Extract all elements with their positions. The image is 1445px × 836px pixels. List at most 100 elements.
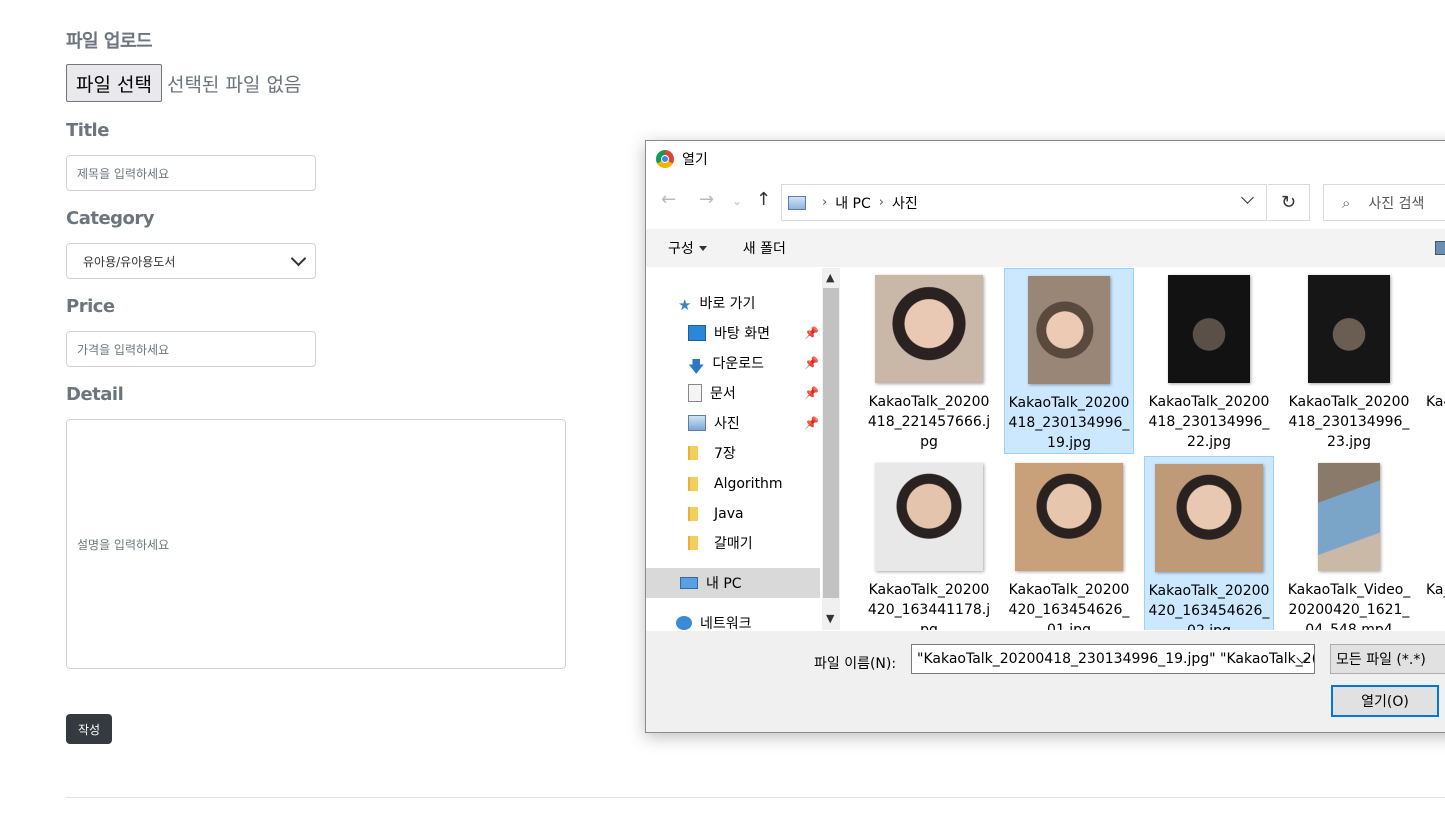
network-icon: [676, 616, 692, 630]
folder-icon: [688, 507, 698, 521]
photo-thumbnail: [1015, 463, 1123, 571]
recent-dropdown-icon[interactable]: ⌄: [732, 194, 742, 208]
organize-button[interactable]: 구성: [668, 238, 707, 258]
photo-thumbnail: [1308, 275, 1390, 383]
sidebar-item-label: 7장: [714, 446, 736, 462]
file-type-value: 모든 파일 (*.*): [1336, 652, 1426, 668]
file-tile[interactable]: Ka42: [1424, 268, 1445, 454]
open-button[interactable]: 열기(O): [1331, 685, 1439, 717]
upload-form: 파일 업로드 파일 선택 선택된 파일 없음 Title 제목을 입력하세요 C…: [0, 0, 640, 836]
scrollbar-thumb[interactable]: [823, 288, 839, 598]
photo-thumbnail: [1155, 464, 1263, 572]
sidebar-item-downloads[interactable]: 🡇 다운로드: [688, 350, 764, 376]
file-tile[interactable]: KakaoTalk_20200420_163454626_02.jpg: [1144, 456, 1274, 630]
refresh-button[interactable]: ↻: [1268, 184, 1310, 221]
sidebar-item-label: 갈매기: [714, 536, 753, 552]
file-name: KakaoTalk_20200418_230134996_22.jpg: [1148, 394, 1270, 450]
sidebar-item-desktop[interactable]: 바탕 화면: [688, 320, 770, 346]
chevron-down-icon: [290, 250, 307, 267]
sidebar-item-label: 네트워크: [700, 616, 752, 630]
category-selected-value: 유아용/유아용도서: [83, 254, 176, 269]
dialog-footer: 파일 이름(N): "KakaoTalk_20200418_230134996_…: [646, 631, 1445, 732]
chevron-right-icon: ›: [878, 195, 884, 210]
category-label: Category: [66, 208, 155, 229]
file-tile[interactable]: KakaoTalk_20200420_163441178.jpg: [864, 456, 994, 630]
sidebar-item-label: 다운로드: [712, 356, 764, 372]
dialog-titlebar[interactable]: 열기: [646, 141, 1445, 177]
file-name: KakaoTalk_20200418_230134996_23.jpg: [1288, 394, 1410, 450]
sidebar-item-seagull[interactable]: 갈매기: [688, 530, 753, 556]
sidebar-item-quick-access[interactable]: ★ 바로 가기: [678, 290, 755, 316]
navigation-scrollbar[interactable]: ▲ ▼: [822, 268, 840, 630]
file-tile[interactable]: KakaoTalk_20200418_221457666.jpg: [864, 268, 994, 454]
pin-icon: 📌: [804, 326, 819, 340]
sidebar-item-folder-7[interactable]: 7장: [688, 440, 736, 466]
price-label: Price: [66, 296, 115, 317]
sidebar-item-label: 바로 가기: [699, 296, 756, 312]
file-name: KakaoTalk_20200418_230134996_19.jpg: [1008, 395, 1130, 451]
filename-label: 파일 이름(N):: [814, 656, 897, 672]
sidebar-item-network[interactable]: 네트워크: [676, 610, 752, 630]
divider: [66, 797, 1445, 798]
back-arrow-icon[interactable]: ←: [661, 189, 676, 210]
title-input[interactable]: 제목을 입력하세요: [66, 155, 316, 191]
folder-icon: [688, 477, 698, 491]
sidebar-item-label: 사진: [714, 416, 740, 432]
file-tile[interactable]: KakaoTalk_20200418_230134996_22.jpg: [1144, 268, 1274, 454]
file-tile[interactable]: Ka_2: [1424, 456, 1445, 630]
file-name: KakaoTalk_20200420_163441178.jpg: [867, 582, 991, 630]
file-list: KakaoTalk_20200418_221457666.jpg KakaoTa…: [842, 268, 1445, 630]
file-tile[interactable]: KakaoTalk_Video_20200420_1621_04_548.mp4: [1284, 456, 1414, 630]
file-name: KakaoTalk_Video_20200420_1621_04_548.mp4: [1287, 582, 1411, 630]
filename-input[interactable]: "KakaoTalk_20200418_230134996_19.jpg" "K…: [911, 644, 1315, 674]
sidebar-item-label: Algorithm: [714, 476, 783, 492]
choose-file-button[interactable]: 파일 선택: [66, 64, 162, 102]
detail-textarea[interactable]: 설명을 입력하세요: [66, 419, 566, 669]
view-options-icon[interactable]: [1435, 241, 1445, 255]
filename-value: "KakaoTalk_20200418_230134996_19.jpg" "K…: [917, 651, 1315, 667]
pin-icon: 📌: [804, 356, 819, 370]
breadcrumb-pictures[interactable]: 사진: [892, 193, 918, 213]
pin-icon: 📌: [804, 386, 819, 400]
file-tile[interactable]: KakaoTalk_20200418_230134996_23.jpg: [1284, 268, 1414, 454]
pin-icon: 📌: [804, 416, 819, 430]
file-tile[interactable]: KakaoTalk_20200418_230134996_19.jpg: [1004, 268, 1134, 454]
page-heading: 파일 업로드: [66, 31, 153, 52]
price-placeholder: 가격을 입력하세요: [77, 342, 170, 357]
category-select[interactable]: 유아용/유아용도서: [66, 243, 316, 279]
file-type-select[interactable]: 모든 파일 (*.*): [1330, 644, 1445, 674]
photo-thumbnail: [1168, 275, 1250, 383]
sidebar-item-my-pc[interactable]: 내 PC: [680, 570, 742, 596]
sidebar-item-label: 바탕 화면: [714, 326, 770, 342]
price-input[interactable]: 가격을 입력하세요: [66, 331, 316, 367]
caret-down-icon: [698, 245, 707, 251]
new-folder-button[interactable]: 새 폴더: [743, 238, 786, 258]
scroll-up-icon[interactable]: ▲: [826, 271, 834, 284]
file-input[interactable]: 파일 선택 선택된 파일 없음: [66, 63, 301, 103]
sidebar-item-documents[interactable]: 문서: [688, 380, 736, 406]
up-arrow-icon[interactable]: ↑: [756, 189, 771, 210]
video-thumbnail: [1318, 463, 1380, 571]
search-icon: ⌕: [1342, 193, 1351, 212]
chevron-down-icon[interactable]: [1241, 191, 1254, 204]
sidebar-item-algorithm[interactable]: Algorithm: [688, 471, 783, 497]
submit-button[interactable]: 작성: [66, 714, 112, 744]
pictures-icon: [688, 415, 706, 431]
search-input[interactable]: ⌕ 사진 검색: [1323, 184, 1445, 221]
file-name: KakaoTalk_20200420_163454626_02.jpg: [1148, 583, 1270, 630]
sidebar-item-pictures[interactable]: 사진: [688, 410, 740, 436]
document-icon: [688, 384, 702, 402]
chrome-icon: [656, 150, 674, 168]
breadcrumb-my-pc[interactable]: 내 PC: [835, 193, 871, 213]
scroll-down-icon[interactable]: ▼: [826, 612, 834, 625]
sidebar-item-label: Java: [714, 506, 744, 522]
file-tile[interactable]: KakaoTalk_20200420_163454626_01.jpg: [1004, 456, 1134, 630]
forward-arrow-icon[interactable]: →: [699, 189, 714, 210]
address-bar[interactable]: › 내 PC › 사진: [781, 184, 1267, 221]
photo-thumbnail: [875, 463, 983, 571]
sidebar-item-java[interactable]: Java: [688, 501, 744, 527]
chevron-right-icon: ›: [822, 195, 828, 210]
open-file-dialog: 열기 ← → ⌄ ↑ › 내 PC › 사진 ↻ ⌕ 사진 검색 구성 새 폴더…: [645, 140, 1445, 733]
dialog-title: 열기: [682, 152, 708, 168]
file-name: KakaoTalk_20200418_221457666.jpg: [867, 394, 991, 450]
